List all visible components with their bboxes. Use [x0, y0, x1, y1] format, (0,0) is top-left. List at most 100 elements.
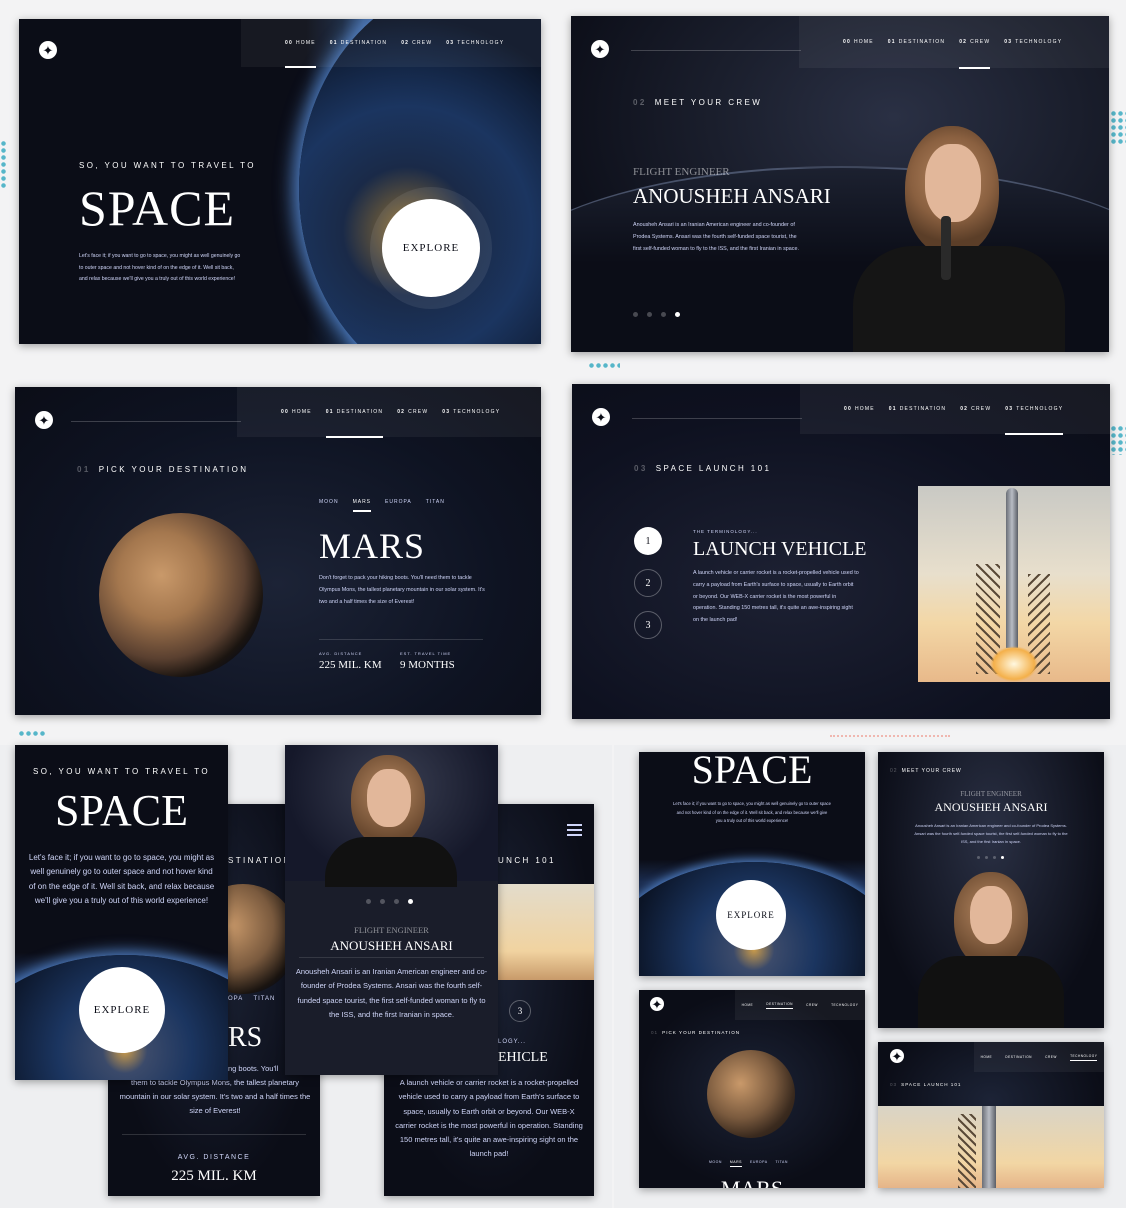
mobile-titan-tab[interactable]: OPA TITAN	[228, 996, 275, 1002]
tab-titan[interactable]: TITAN	[776, 1160, 788, 1167]
crew-dot-2[interactable]	[647, 312, 652, 317]
tablet-mars-image	[707, 1050, 795, 1138]
mobile-crew-role: FLIGHT ENGINEER	[354, 925, 429, 935]
step-1-button[interactable]: 1	[634, 527, 662, 555]
nav-crew[interactable]: 02 CREW	[397, 387, 428, 437]
main-nav: 00 HOME 01 DESTINATION 02 CREW 03 TECHNOLOGY	[237, 387, 541, 438]
destination-divider	[319, 639, 483, 640]
nav-crew[interactable]: CREW	[1045, 1055, 1057, 1059]
crew-dot-2[interactable]	[380, 899, 385, 904]
home-eyebrow: SO, YOU WANT TO TRAVEL TO	[79, 161, 256, 170]
tablet-technology-eyebrow: 03 SPACE LAUNCH 101	[890, 1082, 962, 1087]
nav-technology[interactable]: 03 TECHNOLOGY	[446, 19, 504, 67]
nav-crew[interactable]: 02 CREW	[401, 19, 432, 67]
nav-home[interactable]: 00 HOME	[843, 16, 874, 68]
nav-destination[interactable]: 01 DESTINATION	[889, 384, 946, 434]
tablet-explore-button[interactable]: EXPLORE	[716, 880, 786, 950]
nav-crew[interactable]: 02 CREW	[960, 384, 991, 434]
logo[interactable]	[39, 41, 57, 59]
mobile-explore-button[interactable]: EXPLORE	[79, 967, 165, 1053]
nav-crew[interactable]: 02 CREW	[959, 16, 991, 69]
crew-name: ANOUSHEH ANSARI	[633, 184, 831, 208]
crew-dot-3[interactable]	[993, 856, 996, 859]
crew-dot-1[interactable]	[366, 899, 371, 904]
mobile-home-eyebrow: SO, YOU WANT TO TRAVEL TO	[33, 767, 210, 776]
tablet-destination-eyebrow: 01 PICK YOUR DESTINATION	[651, 1030, 741, 1035]
crew-body: Anousheh Ansari is an Iranian American e…	[633, 222, 799, 252]
logo[interactable]	[890, 1049, 904, 1063]
nav-home[interactable]: 00 HOME	[285, 19, 316, 68]
nav-technology[interactable]: 03 TECHNOLOGY	[442, 387, 500, 437]
destination-body: Don't forget to pack your hiking boots. …	[319, 575, 485, 605]
technology-body: A launch vehicle or carrier rocket is a …	[693, 570, 859, 624]
crew-dot-3[interactable]	[394, 899, 399, 904]
nav-destination[interactable]: 01 DESTINATION	[325, 387, 384, 438]
step-2-button[interactable]: 2	[634, 569, 662, 597]
home-body: Let's face it; if you want to go to spac…	[79, 253, 241, 282]
nav-destination[interactable]: 01 DESTINATION	[888, 16, 945, 68]
mobile-crew-body: Anousheh Ansari is an Iranian American e…	[295, 967, 488, 1019]
tab-mars[interactable]: MARS	[352, 499, 372, 512]
crew-dot-1[interactable]	[977, 856, 980, 859]
nav-home[interactable]: HOME	[742, 1003, 754, 1007]
nav-crew[interactable]: CREW	[806, 1003, 818, 1007]
tab-europa[interactable]: EUROPA	[750, 1160, 768, 1167]
mobile-crew-name: ANOUSHEH ANSARI	[330, 938, 453, 953]
nav-technology[interactable]: 03 TECHNOLOGY	[1005, 384, 1064, 435]
logo[interactable]	[591, 40, 609, 58]
nav-divider	[631, 50, 801, 51]
decor-dots-bottomleft	[18, 730, 46, 738]
nav-destination[interactable]: DESTINATION	[766, 1002, 793, 1009]
mobile-technology-heading: UNCH 101	[498, 856, 556, 865]
tablet-crew-card: 02 MEET YOUR CREW FLIGHT ENGINEER ANOUSHE…	[878, 752, 1104, 1028]
crew-desktop-card: 00HOME 01DESTINATION 02CREW 03TECHNOLOGY…	[571, 16, 1109, 352]
tablet-rocket-image	[878, 1106, 1104, 1188]
tablet-home-body: Let's face it; if you want to go to spac…	[673, 801, 831, 823]
nav-home[interactable]: 00 HOME	[844, 384, 875, 434]
main-nav: 00 HOME 01 DESTINATION 02 CREW 03 TECHNOLOGY	[241, 19, 541, 68]
crew-dot-3[interactable]	[661, 312, 666, 317]
main-nav: 00 HOME 01 DESTINATION 02 CREW 03 TECHNOLOGY	[800, 384, 1110, 435]
tablet-crew-body: Anousheh Ansari is an Iranian American e…	[914, 823, 1068, 844]
logo[interactable]	[35, 411, 53, 429]
crew-dot-4[interactable]	[408, 899, 413, 904]
crew-eyebrow: 02 MEET YOUR CREW	[633, 98, 763, 107]
mobile-home-body: Let's face it; if you want to go to spac…	[28, 853, 215, 905]
step-3-button[interactable]: 3	[634, 611, 662, 639]
tablet-crew-portrait	[918, 872, 1064, 1028]
mobile-distance-value: 225 MIL. KM	[171, 1168, 257, 1184]
crew-dot-1[interactable]	[633, 312, 638, 317]
travel-value: 9 MONTHS	[400, 659, 455, 671]
tab-titan[interactable]: TITAN	[426, 499, 445, 512]
nav-home[interactable]: 00 HOME	[281, 387, 312, 437]
tablet-home-card: SPACE Let's face it; if you want to go t…	[639, 752, 865, 976]
tab-mars[interactable]: MARS	[729, 1160, 743, 1167]
crew-dot-4[interactable]	[675, 312, 680, 317]
nav-destination[interactable]: DESTINATION	[1005, 1055, 1032, 1059]
mobile-destination-heading: STINATION	[228, 856, 292, 865]
nav-destination[interactable]: 01 DESTINATION	[330, 19, 387, 67]
crew-dot-2[interactable]	[985, 856, 988, 859]
nav-technology[interactable]: TECHNOLOGY	[831, 1003, 858, 1007]
nav-divider	[71, 421, 241, 422]
tab-europa[interactable]: EUROPA	[385, 499, 412, 512]
tab-moon[interactable]: MOON	[319, 499, 339, 512]
mobile-tech-body: A launch vehicle or carrier rocket is a …	[395, 1078, 583, 1159]
mobile-distance-label: AVG. DISTANCE	[177, 1154, 251, 1161]
hamburger-icon[interactable]	[567, 824, 582, 836]
logo[interactable]	[650, 997, 664, 1011]
mobile-mars-name: RS	[228, 1022, 263, 1053]
mobile-mars-body: them to tackle Olympus Mons, the tallest…	[119, 1078, 311, 1115]
logo[interactable]	[592, 408, 610, 426]
tablet-crew-eyebrow: 02 MEET YOUR CREW	[890, 768, 962, 774]
mobile-step-3[interactable]: 3	[509, 1000, 531, 1022]
destination-desktop-card: 00HOME 01DESTINATION 02CREW 03TECHNOLOGY…	[15, 387, 541, 715]
nav-technology[interactable]: TECHNOLOGY	[1070, 1054, 1098, 1061]
crew-dot-4[interactable]	[1001, 856, 1004, 859]
tablet-crew-name: ANOUSHEH ANSARI	[934, 800, 1048, 814]
destination-tabs: MOON MARS EUROPA TITAN	[319, 499, 445, 512]
tab-moon[interactable]: MOON	[709, 1160, 722, 1167]
nav-technology[interactable]: 03 TECHNOLOGY	[1004, 16, 1062, 68]
nav-home[interactable]: HOME	[981, 1055, 993, 1059]
explore-button[interactable]: EXPLORE	[382, 199, 480, 297]
